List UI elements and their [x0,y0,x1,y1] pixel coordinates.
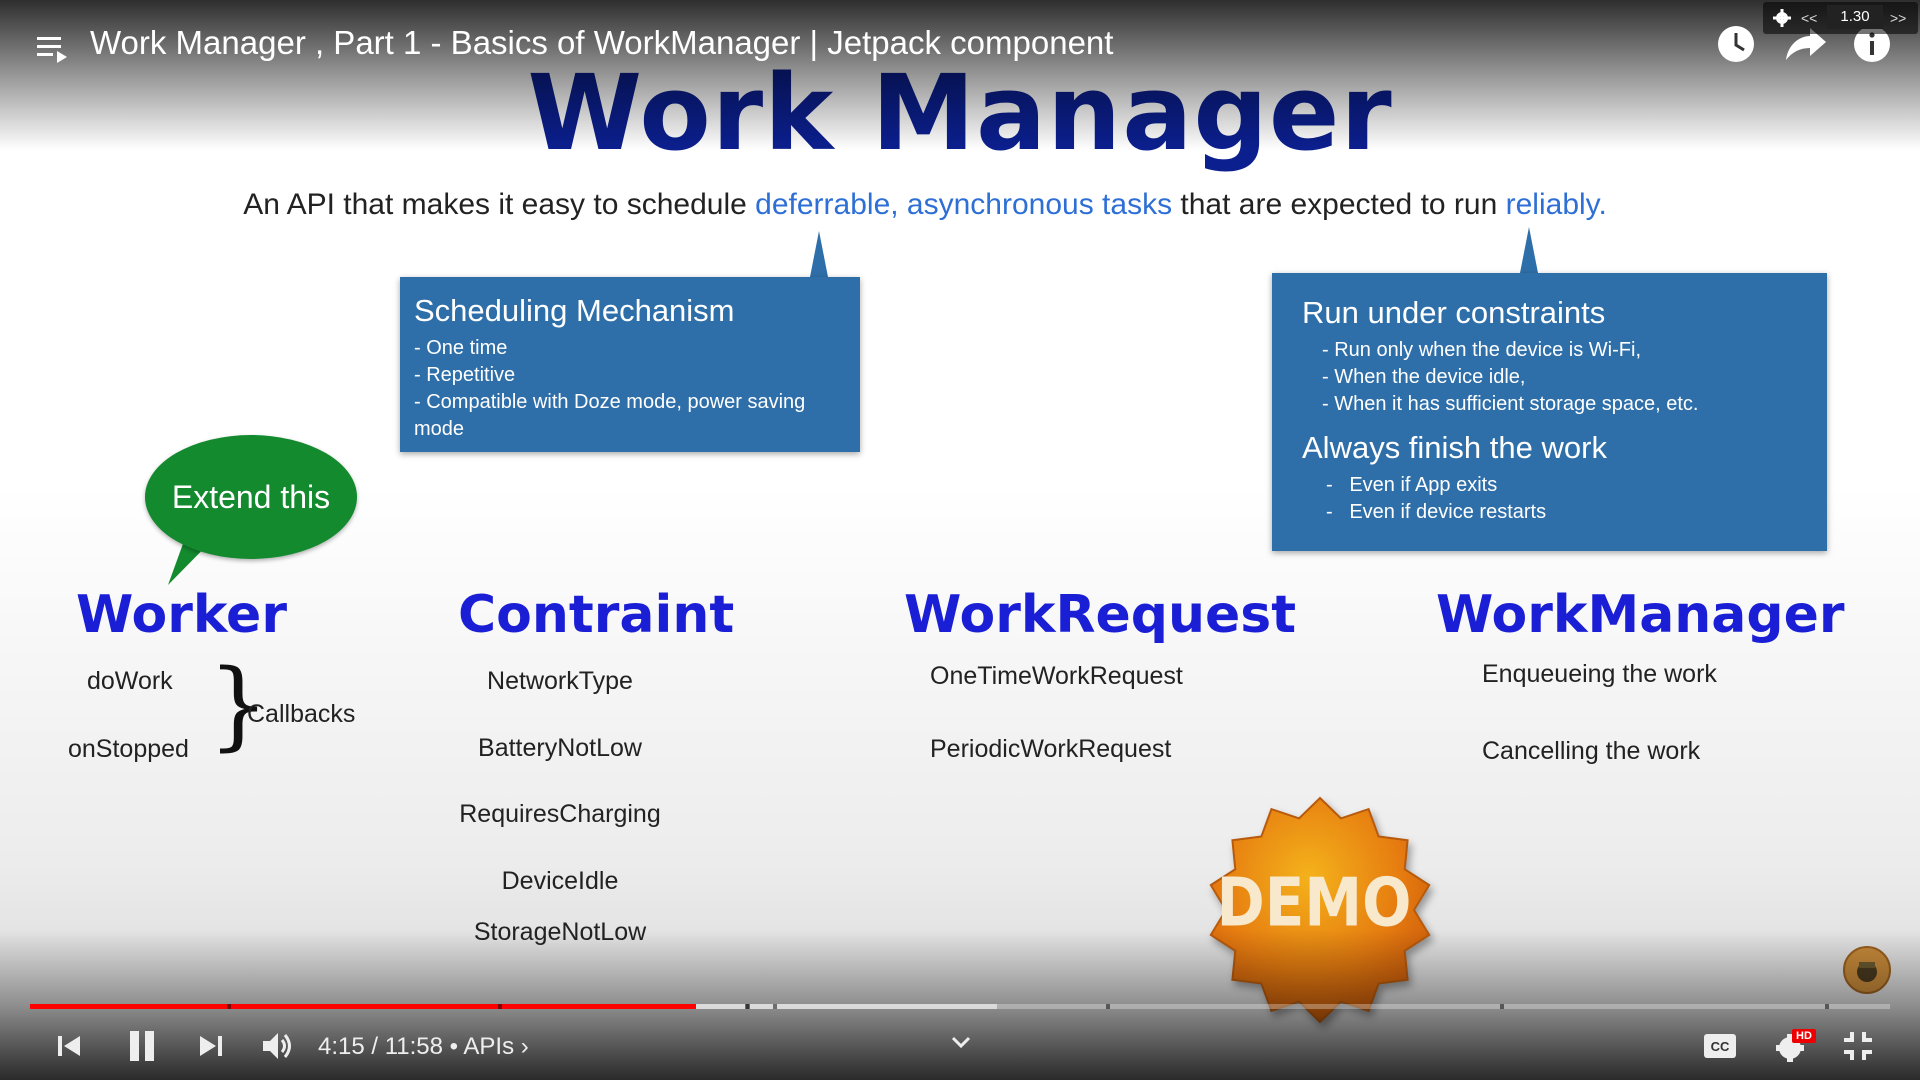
extend-this-bubble: Extend this [145,435,357,559]
chapter-gap [1106,1004,1110,1009]
constraint-heading: Contraint [458,585,735,645]
captions-icon[interactable]: CC [1700,1028,1740,1064]
enqueueing-the-work: Enqueueing the work [1482,660,1717,688]
constraint-network-type: NetworkType [487,667,633,695]
progress-bar[interactable] [30,1004,1890,1009]
chapter-gap [1825,1004,1829,1009]
video-title[interactable]: Work Manager , Part 1 - Basics of WorkMa… [90,24,1113,62]
svg-text:CC: CC [1711,1039,1730,1054]
pause-icon[interactable] [122,1026,162,1066]
chapter-title[interactable]: • APIs [450,1033,514,1060]
worker-method-onstopped: onStopped [68,735,189,763]
scheduling-box-title: Scheduling Mechanism [414,293,735,328]
settings-icon[interactable] [1771,7,1793,29]
speed-value: 1.30 [1827,5,1883,29]
chapter-gap [773,1004,777,1009]
chapter-gap [746,1004,750,1009]
speed-decrease-button[interactable]: << [1801,10,1817,26]
settings-gear-icon[interactable]: HD [1770,1026,1816,1066]
finish-item: - Even if App exits [1326,472,1797,499]
subtitle-text: An API that makes it easy to schedule [243,188,756,221]
slide-subtitle: An API that makes it easy to schedule de… [0,188,1850,222]
cancelling-the-work: Cancelling the work [1482,737,1701,765]
constraints-box-title: Run under constraints [1302,295,1606,330]
finish-item-text: Even if device restarts [1349,501,1547,523]
onetime-workrequest: OneTimeWorkRequest [930,662,1183,690]
subtitle-period: . [1598,188,1607,221]
subtitle-highlight-tasks: deferrable, asynchronous tasks [755,188,1173,221]
finish-item-text: Even if App exits [1349,474,1498,496]
constraint-battery-not-low: BatteryNotLow [478,734,642,762]
scheduling-mechanism-box: Scheduling Mechanism - One time - Repeti… [400,277,860,452]
constraint-requires-charging: RequiresCharging [459,800,661,828]
watch-later-icon[interactable] [1714,22,1758,66]
workrequest-heading: WorkRequest [904,585,1297,645]
skip-next-icon[interactable] [194,1028,230,1064]
always-finish-title: Always finish the work [1302,430,1607,465]
speed-increase-button[interactable]: >> [1890,10,1906,26]
chevron-right-icon[interactable]: › [521,1033,529,1060]
callbacks-label: Callbacks [247,700,356,728]
constraint-item: - When it has sufficient storage space, … [1322,393,1699,415]
subtitle-text: that are expected to run [1172,188,1506,221]
playlist-icon[interactable] [30,26,74,70]
chapter-gap [1500,1004,1504,1009]
scheduling-item: - One time [414,337,508,359]
scheduling-box-pointer [810,231,828,277]
scheduling-item: - Repetitive [414,364,516,386]
exit-fullscreen-icon[interactable] [1838,1026,1878,1066]
constraint-item: - When the device idle, [1322,366,1526,388]
chapter-gap [498,1004,502,1009]
constraint-device-idle: DeviceIdle [501,867,619,895]
speed-controller: << 1.30 >> [1763,2,1918,34]
worker-heading: Worker [76,585,287,645]
chapter-gap [227,1004,231,1009]
constraints-box: Run under constraints - Run only when th… [1272,273,1827,551]
skip-previous-icon[interactable] [50,1028,86,1064]
scheduling-item: - Compatible with Doze mode, power savin… [414,391,806,440]
periodic-workrequest: PeriodicWorkRequest [930,735,1172,763]
time-display: 4:15 / 11:58 • APIs › [318,1033,529,1061]
workmanager-heading: WorkManager [1436,585,1845,645]
constraints-box-pointer [1520,227,1538,273]
bullet: - [1326,474,1333,496]
worker-method-dowork: doWork [87,667,173,695]
time-text: 4:15 / 11:58 [318,1033,443,1060]
hd-badge: HD [1792,1029,1816,1043]
chevron-down-icon[interactable] [945,1030,977,1054]
volume-icon[interactable] [258,1026,298,1066]
constraint-item: - Run only when the device is Wi-Fi, [1322,339,1642,361]
video-frame[interactable]: Work Manager An API that makes it easy t… [0,0,1920,1080]
progress-played [30,1004,696,1009]
top-overlay [0,0,1920,150]
finish-item: - Even if device restarts [1326,499,1797,526]
subtitle-highlight-reliably: reliably [1505,188,1599,221]
bullet: - [1326,501,1333,523]
